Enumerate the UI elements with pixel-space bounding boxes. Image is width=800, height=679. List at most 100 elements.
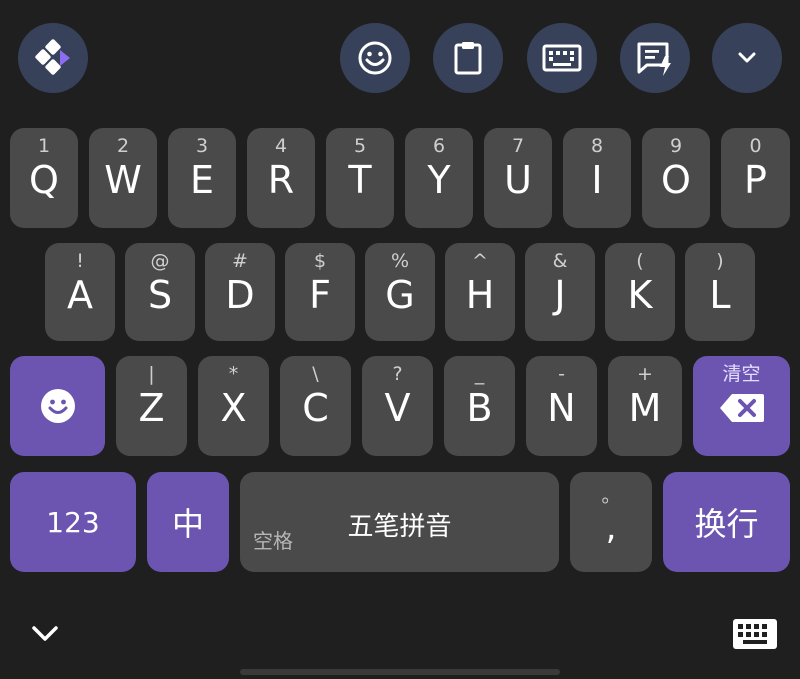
clipboard-icon[interactable] (433, 23, 503, 93)
key-z-label: Z (138, 386, 165, 430)
key-u-label: U (504, 158, 532, 202)
key-c-label: C (302, 386, 329, 430)
key-l[interactable]: ) L (685, 243, 755, 341)
key-m-label: M (628, 386, 662, 430)
key-a-secondary: ! (76, 250, 84, 272)
comma-key-label: , (605, 508, 617, 548)
key-n[interactable]: - N (526, 356, 597, 456)
key-n-secondary: - (558, 363, 565, 385)
key-i-secondary: 8 (590, 135, 604, 157)
key-m[interactable]: + M (608, 356, 682, 456)
key-p[interactable]: 0 P (721, 128, 790, 228)
key-y-label: Y (427, 158, 451, 202)
space-key[interactable]: 五笔拼音 空格 (240, 472, 559, 572)
key-z[interactable]: | Z (116, 356, 187, 456)
key-h-label: H (465, 273, 495, 317)
space-key-hint: 空格 (253, 529, 293, 553)
key-e-label: E (189, 158, 214, 202)
key-o-label: O (661, 158, 691, 202)
key-c-secondary: \ (312, 363, 319, 385)
key-q-label: Q (29, 158, 59, 202)
key-o[interactable]: 9 O (642, 128, 710, 228)
key-l-label: L (709, 273, 731, 317)
key-e[interactable]: 3 E (168, 128, 236, 228)
key-b[interactable]: _ B (444, 356, 515, 456)
key-y-secondary: 6 (432, 135, 446, 157)
key-s[interactable]: @ S (125, 243, 195, 341)
backspace-icon (719, 394, 764, 422)
comma-key-secondary: 。 (601, 485, 621, 507)
keyboard-toolbar (0, 0, 800, 115)
emoji-key[interactable] (10, 356, 105, 456)
key-v-label: V (384, 386, 411, 430)
key-d[interactable]: # D (205, 243, 275, 341)
key-b-secondary: _ (474, 363, 485, 385)
key-m-secondary: + (637, 363, 653, 385)
navigation-bar (0, 590, 800, 679)
key-w[interactable]: 2 W (89, 128, 157, 228)
key-k-label: K (627, 273, 653, 317)
app-logo-icon[interactable] (18, 23, 88, 93)
key-f-secondary: $ (313, 250, 327, 272)
key-q-secondary: 1 (37, 135, 51, 157)
key-n-label: N (547, 386, 576, 430)
key-j-label: J (554, 273, 566, 317)
key-q[interactable]: 1 Q (10, 128, 78, 228)
keyboard-switch-icon[interactable] (732, 618, 778, 656)
key-k[interactable]: ( K (605, 243, 675, 341)
key-l-secondary: ) (716, 250, 724, 272)
language-key-label: 中 (171, 505, 204, 543)
key-r[interactable]: 4 R (247, 128, 315, 228)
key-c[interactable]: \ C (280, 356, 351, 456)
key-t[interactable]: 5 T (326, 128, 394, 228)
key-d-label: D (225, 273, 255, 317)
comma-key[interactable]: 。 , (570, 472, 652, 572)
key-a[interactable]: ! A (45, 243, 115, 341)
chevron-down-icon[interactable] (28, 620, 62, 652)
key-v-secondary: ? (392, 363, 403, 385)
key-a-label: A (67, 273, 93, 317)
language-key[interactable]: 中 (147, 472, 229, 572)
key-h[interactable]: ^ H (445, 243, 515, 341)
key-g-secondary: % (390, 250, 410, 272)
key-f-label: F (309, 273, 331, 317)
key-j-secondary: & (552, 250, 568, 272)
keyboard-icon[interactable] (527, 23, 597, 93)
enter-key[interactable]: 换行 (663, 472, 790, 572)
key-r-label: R (267, 158, 295, 202)
key-j[interactable]: & J (525, 243, 595, 341)
key-g-label: G (385, 273, 415, 317)
key-s-label: S (147, 273, 173, 317)
chevron-down-icon[interactable] (712, 23, 782, 93)
numbers-key[interactable]: 123 (10, 472, 136, 572)
key-p-label: P (744, 158, 767, 202)
home-indicator[interactable] (240, 669, 560, 675)
key-t-label: T (348, 158, 372, 202)
emoji-icon[interactable] (340, 23, 410, 93)
key-s-secondary: @ (150, 250, 170, 272)
backspace-clear-hint: 清空 (722, 363, 761, 385)
key-x[interactable]: * X (198, 356, 269, 456)
key-w-secondary: 2 (116, 135, 130, 157)
backspace-key[interactable]: 清空 (693, 356, 790, 456)
key-f[interactable]: $ F (285, 243, 355, 341)
key-u[interactable]: 7 U (484, 128, 552, 228)
key-i-label: I (591, 158, 603, 202)
key-t-secondary: 5 (353, 135, 367, 157)
numbers-key-label: 123 (46, 505, 100, 539)
key-y[interactable]: 6 Y (405, 128, 473, 228)
key-e-secondary: 3 (195, 135, 209, 157)
quick-phrase-icon[interactable] (620, 23, 690, 93)
enter-key-label: 换行 (694, 505, 759, 543)
key-p-secondary: 0 (749, 135, 762, 157)
key-d-secondary: # (232, 250, 248, 272)
key-b-label: B (466, 386, 493, 430)
key-o-secondary: 9 (669, 135, 683, 157)
key-i[interactable]: 8 I (563, 128, 631, 228)
emoji-icon (40, 389, 75, 423)
key-x-label: X (220, 386, 247, 430)
key-u-secondary: 7 (511, 135, 525, 157)
key-x-secondary: * (228, 363, 239, 385)
key-v[interactable]: ? V (362, 356, 433, 456)
key-g[interactable]: % G (365, 243, 435, 341)
